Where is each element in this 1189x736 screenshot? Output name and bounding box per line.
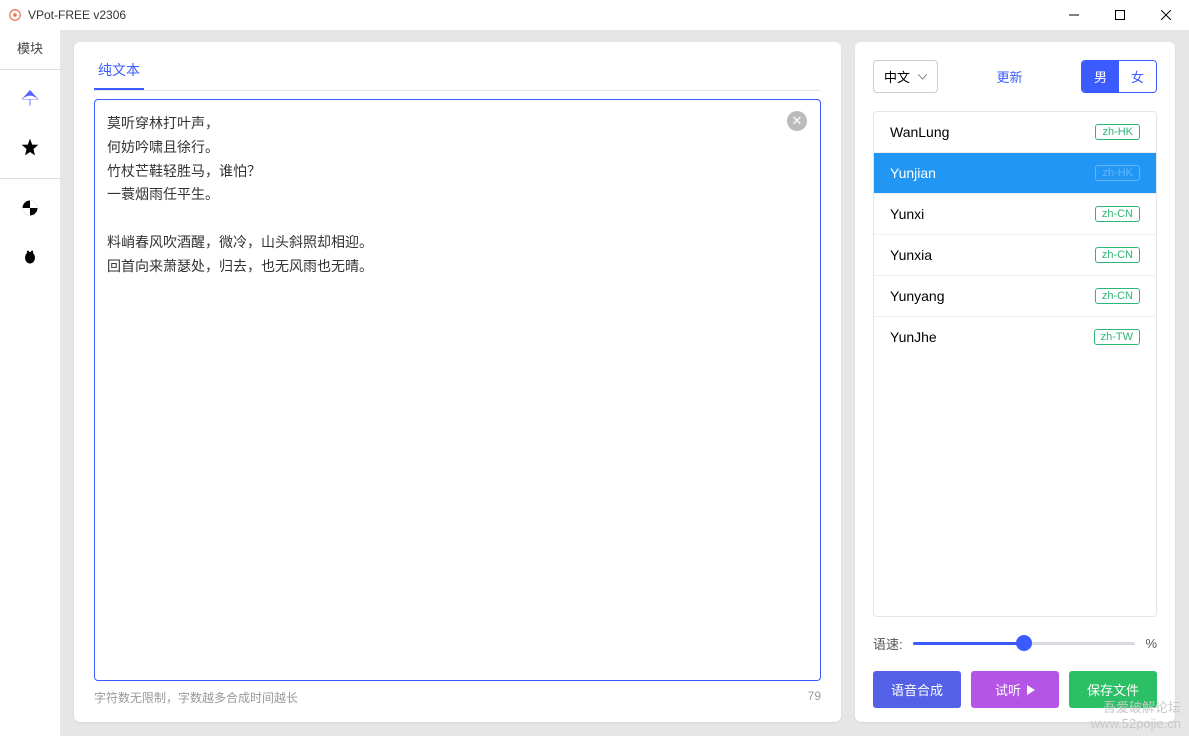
chevron-down-icon: [918, 74, 927, 80]
clear-button[interactable]: ✕: [787, 111, 807, 131]
sidebar-item-star[interactable]: [19, 136, 41, 158]
language-select[interactable]: 中文: [873, 60, 938, 93]
voice-name: WanLung: [890, 124, 949, 140]
voice-name: Yunjian: [890, 165, 936, 181]
window-close-button[interactable]: [1143, 0, 1189, 30]
voice-name: Yunxi: [890, 206, 924, 222]
voice-row[interactable]: Yunxia zh-CN: [874, 235, 1156, 276]
voice-name: Yunxia: [890, 247, 932, 263]
play-icon: [1027, 685, 1035, 695]
voice-row[interactable]: Yunxi zh-CN: [874, 194, 1156, 235]
tab-plaintext[interactable]: 纯文本: [94, 52, 144, 90]
window-title: VPot-FREE v2306: [28, 8, 126, 22]
language-value: 中文: [884, 67, 910, 86]
voice-row[interactable]: YunJhe zh-TW: [874, 317, 1156, 357]
char-count: 79: [808, 689, 821, 706]
sidebar-item-aperture[interactable]: [19, 197, 41, 219]
voice-locale-badge: zh-TW: [1094, 329, 1140, 345]
voice-row[interactable]: Yunjian zh-HK: [874, 153, 1156, 194]
preview-button[interactable]: 试听: [971, 671, 1059, 708]
voice-locale-badge: zh-HK: [1095, 165, 1140, 181]
synthesize-button[interactable]: 语音合成: [873, 671, 961, 708]
gender-male-button[interactable]: 男: [1082, 61, 1119, 92]
voice-locale-badge: zh-CN: [1095, 206, 1140, 222]
window-minimize-button[interactable]: [1051, 0, 1097, 30]
voice-panel: 中文 更新 男 女 WanLung zh-HK Yunjian zh-HK Yunxi z…: [855, 42, 1175, 722]
editor-panel: 纯文本 ✕ 字符数无限制，字数越多合成时间越长 79: [74, 42, 841, 722]
app-icon: [8, 8, 22, 22]
gender-female-button[interactable]: 女: [1119, 61, 1156, 92]
voice-name: YunJhe: [890, 329, 937, 345]
voice-list: WanLungzh-HKYunjianzh-HKYunxizh-CNYunxia…: [873, 111, 1157, 617]
window-maximize-button[interactable]: [1097, 0, 1143, 30]
voice-name: Yunyang: [890, 288, 945, 304]
save-file-button[interactable]: 保存文件: [1069, 671, 1157, 708]
sidebar: 模块: [0, 30, 60, 736]
divider: [0, 69, 60, 70]
text-input[interactable]: [94, 99, 821, 681]
voice-locale-badge: zh-HK: [1095, 124, 1140, 140]
update-link[interactable]: 更新: [996, 67, 1022, 86]
sidebar-heading: 模块: [17, 38, 43, 57]
preview-label: 试听: [995, 680, 1021, 699]
speed-slider[interactable]: [913, 633, 1136, 653]
editor-hint: 字符数无限制，字数越多合成时间越长: [94, 689, 298, 706]
speed-unit: %: [1145, 636, 1157, 651]
sidebar-item-bug[interactable]: [19, 245, 41, 267]
editor-tabs: 纯文本: [94, 52, 821, 91]
voice-locale-badge: zh-CN: [1095, 247, 1140, 263]
gender-toggle: 男 女: [1081, 60, 1157, 93]
sidebar-item-umbrella[interactable]: [19, 88, 41, 110]
divider: [0, 178, 60, 179]
voice-row[interactable]: WanLung zh-HK: [874, 112, 1156, 153]
speed-label: 语速:: [873, 634, 903, 653]
voice-locale-badge: zh-CN: [1095, 288, 1140, 304]
voice-row[interactable]: Yunyang zh-CN: [874, 276, 1156, 317]
title-bar: VPot-FREE v2306: [0, 0, 1189, 30]
